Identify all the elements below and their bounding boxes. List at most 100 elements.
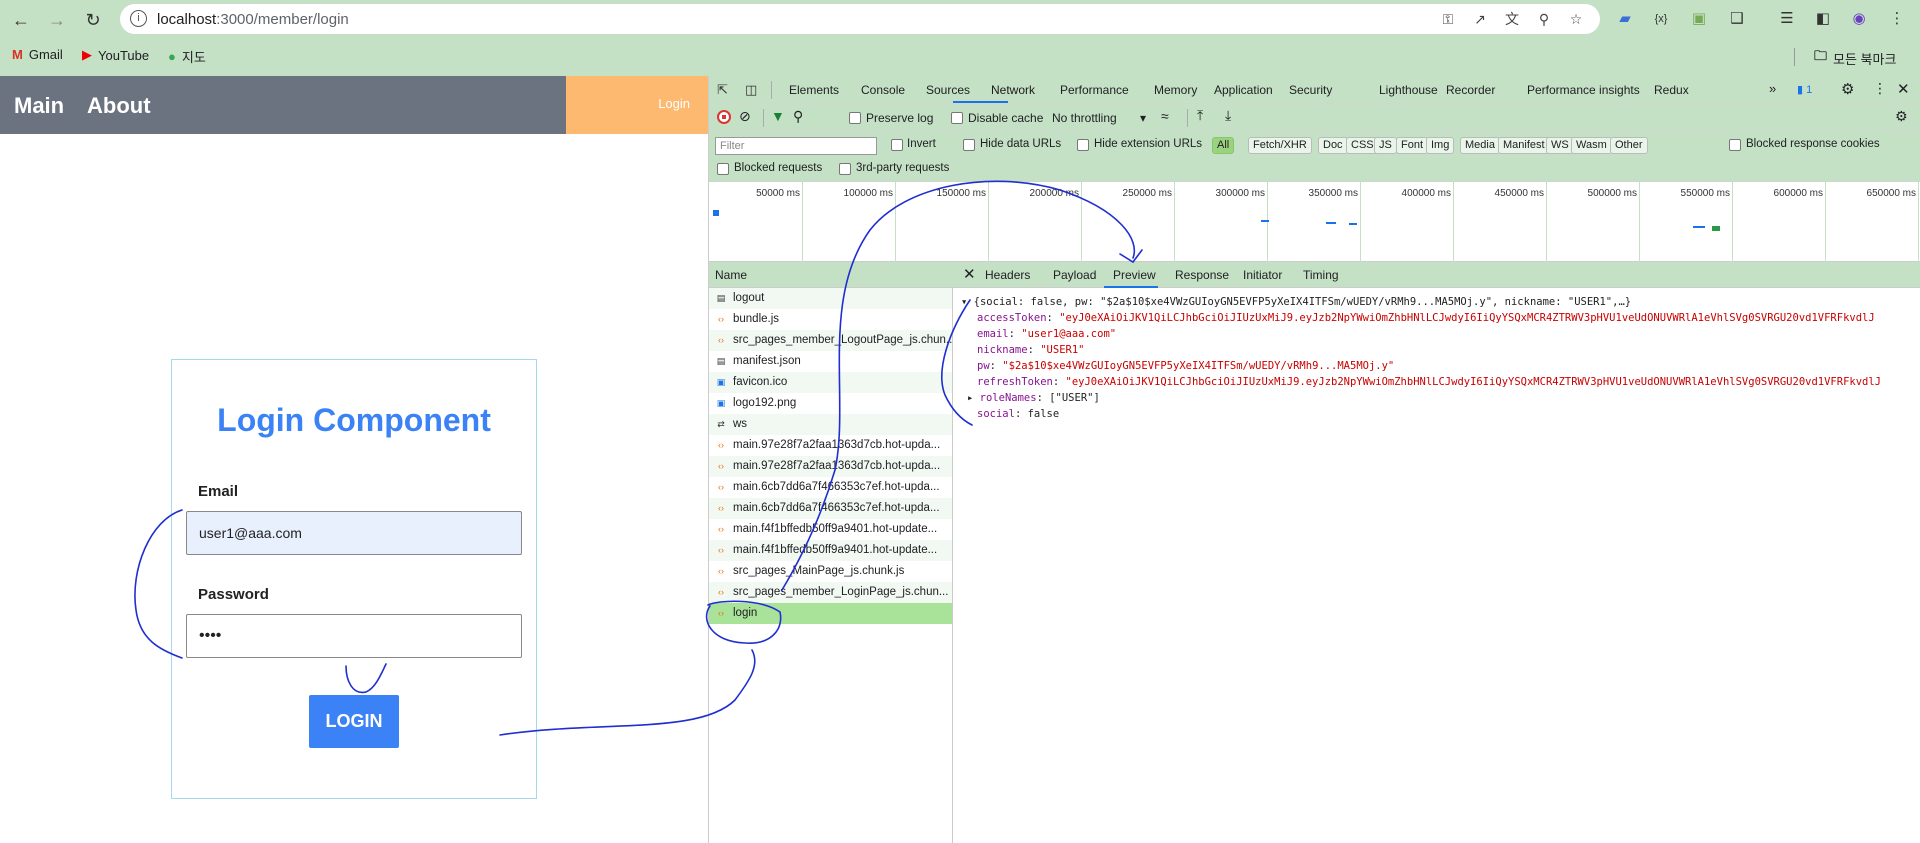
preserve-log-checkbox[interactable]: [849, 112, 861, 124]
hide-data-urls-checkbox[interactable]: [963, 139, 975, 151]
login-button[interactable]: LOGIN: [309, 695, 399, 748]
issues-badge[interactable]: ▮ 1: [1797, 83, 1812, 96]
bookmark-star-icon[interactable]: ☆: [1566, 10, 1586, 28]
filter-chip-media[interactable]: Media: [1460, 137, 1500, 154]
network-overview-timeline[interactable]: 50000 ms 100000 ms 150000 ms 200000 ms 25000…: [709, 182, 1920, 262]
request-row[interactable]: ‹› src_pages_member_LoginPage_js.chun...: [709, 582, 952, 603]
address-bar[interactable]: i localhost:3000/member/login ⚿ ↗ 文 ⚲ ☆: [120, 4, 1600, 34]
preview-field[interactable]: ▸ roleNames: ["USER"]: [967, 392, 1100, 404]
detail-tab-initiator[interactable]: Initiator: [1243, 268, 1282, 282]
request-row[interactable]: ‹› main.97e28f7a2faa1363d7cb.hot-upda...: [709, 435, 952, 456]
inspect-element-icon[interactable]: ⇱: [717, 82, 728, 98]
request-row[interactable]: ‹› main.97e28f7a2faa1363d7cb.hot-upda...: [709, 456, 952, 477]
detail-tab-preview[interactable]: Preview: [1113, 268, 1156, 282]
tab-network[interactable]: Network: [991, 83, 1035, 97]
invert-checkbox[interactable]: [891, 139, 903, 151]
request-row[interactable]: ‹› src_pages_member_LogoutPage_js.chun...: [709, 330, 952, 351]
preview-field[interactable]: nickname: "USER1": [977, 344, 1085, 356]
request-row[interactable]: ‹› login: [709, 603, 952, 624]
preview-field[interactable]: pw: "$2a$10$xe4VWzGUIoyGN5EVFP5yXeIX4ITF…: [977, 360, 1394, 372]
tab-redux[interactable]: Redux: [1654, 83, 1689, 97]
more-tabs-chevron-icon[interactable]: »: [1769, 81, 1776, 96]
tab-performance[interactable]: Performance: [1060, 83, 1129, 97]
filter-chip-js[interactable]: JS: [1374, 137, 1397, 154]
extension-icon[interactable]: ▰: [1614, 9, 1636, 29]
close-detail-icon[interactable]: ✕: [963, 265, 976, 283]
tab-memory[interactable]: Memory: [1154, 83, 1197, 97]
forward-arrow-icon[interactable]: →: [46, 9, 68, 31]
tab-performance-insights[interactable]: Performance insights: [1527, 83, 1640, 97]
tab-recorder[interactable]: Recorder: [1446, 83, 1495, 97]
clear-icon[interactable]: ⊘: [739, 108, 751, 125]
preview-field[interactable]: email: "user1@aaa.com": [977, 328, 1116, 340]
request-row[interactable]: ‹› main.6cb7dd6a7f466353c7ef.hot-upda...: [709, 477, 952, 498]
filter-chip-font[interactable]: Font: [1396, 137, 1429, 154]
disable-cache-checkbox[interactable]: [951, 112, 963, 124]
request-row[interactable]: ‹› src_pages_MainPage_js.chunk.js: [709, 561, 952, 582]
request-row[interactable]: ⇄ ws: [709, 414, 952, 435]
preview-summary-line[interactable]: ▾ {social: false, pw: "$2a$10$xe4VWzGUIo…: [961, 296, 1631, 308]
preview-field[interactable]: accessToken: "eyJ0eXAiOiJKV1QiLCJhbGciOi…: [977, 312, 1875, 324]
request-row[interactable]: ‹› main.f4f1bffedb50ff9a9401.hot-update..…: [709, 540, 952, 561]
site-info-icon[interactable]: i: [130, 10, 147, 27]
open-external-icon[interactable]: ↗: [1470, 10, 1490, 28]
preview-field[interactable]: refreshToken: "eyJ0eXAiOiJKV1QiLCJhbGciO…: [977, 376, 1881, 388]
detail-tab-response[interactable]: Response: [1175, 268, 1229, 282]
filter-chip-fetch-xhr[interactable]: Fetch/XHR: [1248, 137, 1312, 154]
import-har-icon[interactable]: ⤒: [1197, 107, 1203, 124]
hide-extension-urls-checkbox[interactable]: [1077, 139, 1089, 151]
network-settings-gear-icon[interactable]: ⚙: [1895, 108, 1908, 125]
expand-triangle-icon[interactable]: ▸: [967, 392, 980, 404]
filter-chip-other[interactable]: Other: [1610, 137, 1648, 154]
zoom-icon[interactable]: ⚲: [1534, 10, 1554, 28]
record-stop-icon[interactable]: [717, 110, 731, 124]
devtools-menu-icon[interactable]: ⋮: [1873, 80, 1887, 97]
nav-about-link[interactable]: About: [87, 93, 151, 119]
translate-icon[interactable]: 文: [1502, 10, 1522, 28]
reload-icon[interactable]: ↻: [82, 9, 104, 31]
filter-chip-all[interactable]: All: [1212, 137, 1235, 154]
preview-field[interactable]: social: false: [977, 408, 1059, 420]
media-queue-icon[interactable]: ☰: [1776, 9, 1798, 29]
search-icon[interactable]: ⚲: [793, 108, 803, 125]
detail-tab-headers[interactable]: Headers: [985, 268, 1030, 282]
tab-application[interactable]: Application: [1214, 83, 1273, 97]
extensions-puzzle-icon[interactable]: ❑: [1726, 9, 1748, 29]
tab-sources[interactable]: Sources: [926, 83, 970, 97]
profile-avatar-icon[interactable]: ◉: [1848, 9, 1870, 29]
blocked-requests-checkbox[interactable]: [717, 163, 729, 175]
key-icon[interactable]: ⚿: [1438, 10, 1458, 28]
email-field[interactable]: user1@aaa.com: [186, 511, 522, 555]
filter-chip-ws[interactable]: WS: [1546, 137, 1574, 154]
filter-chip-doc[interactable]: Doc: [1318, 137, 1348, 154]
name-column-header[interactable]: Name: [709, 262, 953, 288]
bookmark-maps[interactable]: ● 지도: [168, 47, 206, 66]
bookmark-gmail[interactable]: M Gmail: [12, 47, 63, 62]
network-conditions-icon[interactable]: ≈: [1161, 108, 1169, 124]
menu-kebab-icon[interactable]: ⋮: [1886, 9, 1908, 29]
extension-image-icon[interactable]: ▣: [1688, 9, 1710, 29]
filter-chip-manifest[interactable]: Manifest: [1498, 137, 1550, 154]
request-row[interactable]: ‹› main.f4f1bffedb50ff9a9401.hot-update..…: [709, 519, 952, 540]
settings-gear-icon[interactable]: ⚙: [1841, 80, 1854, 98]
side-panel-icon[interactable]: ◧: [1812, 9, 1834, 29]
bookmark-youtube[interactable]: ▶ YouTube: [82, 47, 149, 63]
request-row[interactable]: ‹› main.6cb7dd6a7f466353c7ef.hot-upda...: [709, 498, 952, 519]
password-field[interactable]: ••••: [186, 614, 522, 658]
request-row[interactable]: ▤ logout: [709, 288, 952, 309]
detail-tab-payload[interactable]: Payload: [1053, 268, 1096, 282]
close-devtools-icon[interactable]: ✕: [1897, 80, 1910, 98]
detail-tab-timing[interactable]: Timing: [1303, 268, 1339, 282]
tab-security[interactable]: Security: [1289, 83, 1332, 97]
request-row[interactable]: ▣ favicon.ico: [709, 372, 952, 393]
filter-chip-wasm[interactable]: Wasm: [1571, 137, 1612, 154]
url-text[interactable]: localhost:3000/member/login: [157, 11, 349, 28]
nav-login-link[interactable]: Login: [658, 96, 690, 111]
all-bookmarks[interactable]: 🗀 모든 북마크: [1814, 47, 1896, 69]
export-har-icon[interactable]: ⤓: [1225, 107, 1231, 124]
tab-console[interactable]: Console: [861, 83, 905, 97]
expand-triangle-icon[interactable]: ▾: [961, 296, 967, 308]
tab-elements[interactable]: Elements: [789, 83, 839, 97]
filter-funnel-icon[interactable]: ▼: [771, 108, 785, 124]
back-arrow-icon[interactable]: ←: [10, 9, 32, 31]
